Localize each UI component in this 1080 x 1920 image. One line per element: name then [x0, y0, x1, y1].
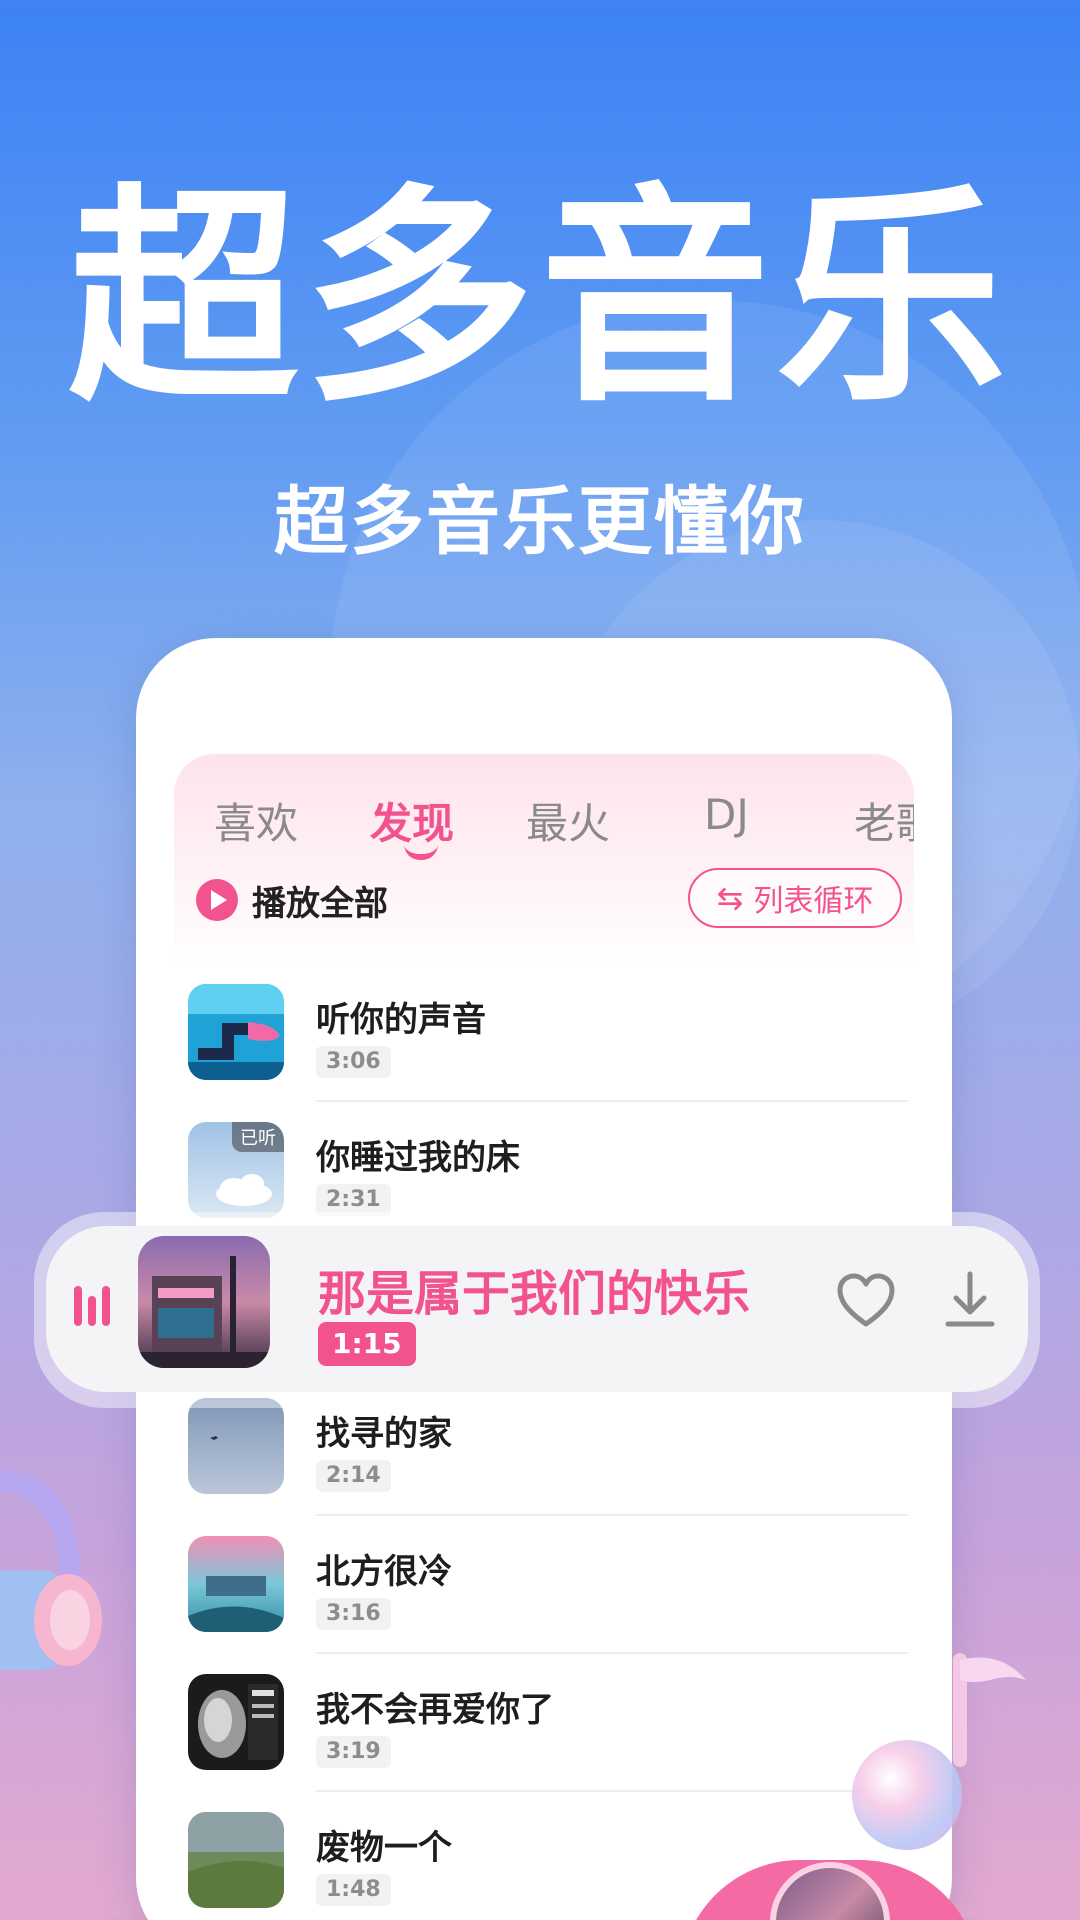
sphere-decoration — [852, 1740, 962, 1850]
song-title: 听你的声音 — [316, 1000, 486, 1040]
list-item[interactable]: 我不会再爱你了 3:19 — [188, 1674, 908, 1810]
list-item[interactable]: 听你的声音 3:06 — [188, 984, 908, 1120]
song-title: 找寻的家 — [316, 1414, 452, 1454]
song-title: 北方很冷 — [316, 1552, 452, 1592]
song-title: 你睡过我的床 — [316, 1138, 520, 1178]
download-icon[interactable] — [944, 1270, 996, 1330]
divider — [316, 1652, 908, 1654]
tab-bar: 喜欢 发现 最火 DJ 老歌 — [174, 754, 914, 864]
loop-mode-label: 列表循环 — [753, 884, 874, 919]
play-circle-icon — [196, 879, 238, 921]
play-all-button[interactable]: 播放全部 — [196, 870, 388, 930]
active-tab-indicator — [404, 844, 438, 860]
now-playing-cover — [138, 1236, 270, 1368]
divider — [316, 1100, 908, 1102]
album-cover — [188, 1812, 284, 1908]
hero-title: 超多音乐 — [67, 166, 1012, 433]
list-item[interactable]: 找寻的家 2:14 — [188, 1398, 908, 1534]
tab-discover[interactable]: 发现 — [370, 790, 454, 851]
list-item[interactable]: 北方很冷 3:16 — [188, 1536, 908, 1672]
album-cover — [188, 984, 284, 1080]
hero-subtitle: 超多音乐更懂你 — [274, 479, 806, 565]
tab-dj[interactable]: DJ — [704, 790, 749, 839]
now-playing-time: 1:15 — [318, 1322, 416, 1366]
played-badge: 已听 — [232, 1122, 284, 1152]
now-playing-card[interactable]: 那是属于我们的快乐 1:15 — [34, 1212, 1040, 1408]
album-cover — [188, 1536, 284, 1632]
divider — [316, 1514, 908, 1516]
album-cover — [188, 1674, 284, 1770]
divider — [316, 1790, 908, 1792]
list-header: 喜欢 发现 最火 DJ 老歌 播放全部 ⇆ 列表循环 — [174, 754, 914, 968]
song-duration: 1:48 — [316, 1874, 391, 1906]
song-duration: 3:06 — [316, 1046, 391, 1078]
now-playing-title: 那是属于我们的快乐 — [318, 1266, 751, 1322]
equalizer-icon — [74, 1286, 110, 1326]
album-cover — [188, 1398, 284, 1494]
song-duration: 3:19 — [316, 1736, 391, 1768]
album-cover: 已听 — [188, 1122, 284, 1218]
loop-mode-button[interactable]: ⇆ 列表循环 — [688, 868, 902, 928]
now-playing-panel: 那是属于我们的快乐 1:15 — [46, 1226, 1028, 1392]
song-duration: 2:14 — [316, 1460, 391, 1492]
heart-icon[interactable] — [836, 1272, 896, 1328]
tab-oldies[interactable]: 老歌 — [854, 790, 914, 851]
song-title: 我不会再爱你了 — [316, 1690, 554, 1730]
repeat-icon: ⇆ — [716, 879, 744, 917]
song-title: 废物一个 — [316, 1828, 452, 1868]
song-duration: 3:16 — [316, 1598, 391, 1630]
headphone-decoration — [0, 1469, 102, 1670]
tab-favorites[interactable]: 喜欢 — [214, 790, 298, 851]
play-all-label: 播放全部 — [252, 883, 388, 924]
tab-hottest[interactable]: 最火 — [526, 790, 610, 851]
